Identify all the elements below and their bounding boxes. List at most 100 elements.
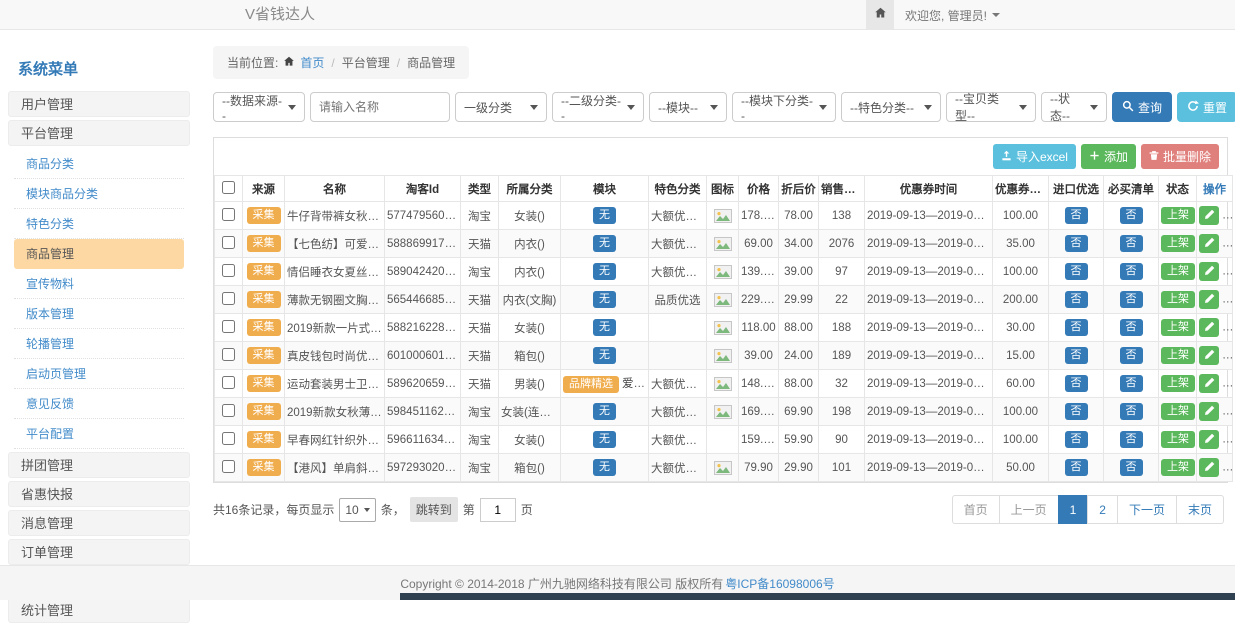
row-checkbox[interactable]: [222, 376, 235, 389]
row-checkbox[interactable]: [222, 208, 235, 221]
status-badge[interactable]: 上架: [1161, 347, 1195, 364]
must-buy-badge[interactable]: 否: [1120, 459, 1143, 476]
must-buy-badge[interactable]: 否: [1120, 431, 1143, 448]
type-cell: 天猫: [461, 314, 499, 342]
imported-badge[interactable]: 否: [1065, 347, 1088, 364]
imported-badge[interactable]: 否: [1065, 375, 1088, 392]
sidebar-item-3[interactable]: 省惠快报: [8, 481, 190, 507]
pager-button-2[interactable]: 1: [1058, 495, 1089, 524]
sidebar-item-7[interactable]: 统计管理: [8, 597, 190, 623]
pager-button-0[interactable]: 首页: [952, 495, 1000, 524]
page-number-input[interactable]: [480, 498, 516, 522]
pager-button-1[interactable]: 上一页: [999, 495, 1059, 524]
must-buy-badge[interactable]: 否: [1120, 375, 1143, 392]
sidebar-item-4[interactable]: 消息管理: [8, 510, 190, 536]
imported-badge[interactable]: 否: [1065, 403, 1088, 420]
pencil-icon: [1204, 208, 1215, 223]
status-badge[interactable]: 上架: [1161, 263, 1195, 280]
must-buy-badge[interactable]: 否: [1120, 291, 1143, 308]
imported-badge[interactable]: 否: [1065, 235, 1088, 252]
edit-button[interactable]: [1199, 318, 1219, 337]
status-badge[interactable]: 上架: [1161, 207, 1195, 224]
must-buy-badge[interactable]: 否: [1120, 319, 1143, 336]
edit-button[interactable]: [1199, 346, 1219, 365]
row-checkbox[interactable]: [222, 404, 235, 417]
icp-link[interactable]: 粤ICP备16098006号: [725, 575, 834, 592]
user-menu[interactable]: 欢迎您, 管理员!: [905, 0, 1000, 30]
edit-button[interactable]: [1199, 430, 1219, 449]
sidebar-item-5[interactable]: 订单管理: [8, 539, 190, 565]
row-checkbox[interactable]: [222, 348, 235, 361]
row-checkbox[interactable]: [222, 460, 235, 473]
batch-delete-button[interactable]: 批量删除: [1141, 144, 1219, 169]
sidebar-subitem-8[interactable]: 意见反馈: [14, 389, 184, 419]
pager-button-5[interactable]: 末页: [1176, 495, 1224, 524]
filter-select-status[interactable]: --状态--: [1041, 92, 1107, 122]
sidebar-subitem-5[interactable]: 版本管理: [14, 299, 184, 329]
row-checkbox[interactable]: [222, 320, 235, 333]
must-buy-badge[interactable]: 否: [1120, 263, 1143, 280]
status-badge[interactable]: 上架: [1161, 403, 1195, 420]
imported-badge[interactable]: 否: [1065, 431, 1088, 448]
sidebar-subitem-1[interactable]: 模块商品分类: [14, 179, 184, 209]
status-badge[interactable]: 上架: [1161, 319, 1195, 336]
sidebar-subitem-0[interactable]: 商品分类: [14, 149, 184, 179]
edit-button[interactable]: [1199, 402, 1219, 421]
imported-badge[interactable]: 否: [1065, 263, 1088, 280]
imported-badge[interactable]: 否: [1065, 207, 1088, 224]
filter-select-module-sub-category[interactable]: --模块下分类--: [732, 92, 836, 122]
sidebar-subitem-7[interactable]: 启动页管理: [14, 359, 184, 389]
filter-select-module[interactable]: --模块--: [649, 92, 727, 122]
sidebar-subitem-4[interactable]: 宣传物料: [14, 269, 184, 299]
select-all-checkbox[interactable]: [222, 181, 235, 194]
add-button[interactable]: 添加: [1081, 144, 1136, 169]
must-buy-badge[interactable]: 否: [1120, 347, 1143, 364]
pager-button-4[interactable]: 下一页: [1117, 495, 1177, 524]
search-button[interactable]: 查询: [1112, 92, 1172, 122]
must-buy-badge[interactable]: 否: [1120, 403, 1143, 420]
status-badge[interactable]: 上架: [1161, 375, 1195, 392]
row-checkbox[interactable]: [222, 292, 235, 305]
must-buy-badge[interactable]: 否: [1120, 207, 1143, 224]
row-checkbox[interactable]: [222, 264, 235, 277]
breadcrumb-home-link[interactable]: 首页: [300, 54, 324, 71]
imported-badge[interactable]: 否: [1065, 291, 1088, 308]
imported-badge[interactable]: 否: [1065, 459, 1088, 476]
edit-button[interactable]: [1199, 290, 1219, 309]
status-badge[interactable]: 上架: [1161, 459, 1195, 476]
filter-select-data-source[interactable]: --数据来源--: [213, 92, 305, 122]
column-header-1: 名称: [285, 176, 385, 202]
sidebar-subitem-3[interactable]: 商品管理: [14, 239, 184, 269]
name-search-input[interactable]: [310, 92, 450, 122]
edit-button[interactable]: [1199, 262, 1219, 281]
sidebar-item-1[interactable]: 平台管理: [8, 120, 190, 146]
row-checkbox[interactable]: [222, 432, 235, 445]
must-buy-badge[interactable]: 否: [1120, 235, 1143, 252]
sidebar-subitem-9[interactable]: 平台配置: [14, 419, 184, 449]
filter-select-level2-category[interactable]: --二级分类--: [552, 92, 644, 122]
sidebar-subitem-6[interactable]: 轮播管理: [14, 329, 184, 359]
pager-button-3[interactable]: 2: [1087, 495, 1118, 524]
edit-button[interactable]: [1199, 458, 1219, 477]
edit-button[interactable]: [1199, 206, 1219, 225]
import-excel-button[interactable]: 导入excel: [993, 144, 1076, 169]
jump-button[interactable]: 跳转到: [410, 497, 458, 522]
status-badge[interactable]: 上架: [1161, 291, 1195, 308]
edit-button[interactable]: [1199, 374, 1219, 393]
filter-select-item-type[interactable]: --宝贝类型--: [946, 92, 1036, 122]
edit-button[interactable]: [1199, 234, 1219, 253]
sidebar-item-2[interactable]: 拼团管理: [8, 452, 190, 478]
reset-button[interactable]: 重置: [1177, 92, 1235, 122]
filter-select-level1-category[interactable]: 一级分类: [455, 92, 547, 122]
status-badge[interactable]: 上架: [1161, 235, 1195, 252]
sidebar-subitem-2[interactable]: 特色分类: [14, 209, 184, 239]
row-checkbox[interactable]: [222, 236, 235, 249]
status-badge[interactable]: 上架: [1161, 431, 1195, 448]
per-page-select[interactable]: 10: [339, 498, 375, 522]
sidebar-item-0[interactable]: 用户管理: [8, 91, 190, 117]
topbar-home-button[interactable]: [866, 0, 894, 29]
coupon-time-cell: 2019-09-13—2019-09-17: [865, 398, 993, 426]
chevron-down-icon: [710, 105, 718, 110]
imported-badge[interactable]: 否: [1065, 319, 1088, 336]
filter-select-feature-category[interactable]: --特色分类--: [841, 92, 941, 122]
